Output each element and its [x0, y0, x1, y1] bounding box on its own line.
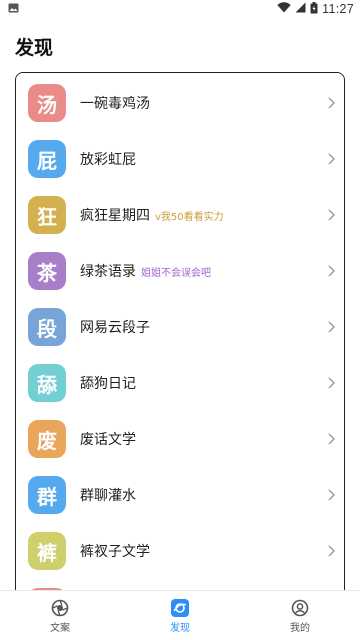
discover-icon [171, 599, 189, 617]
tab-label: 发现 [170, 623, 190, 634]
list-item-underwear-literature[interactable]: 裤 裤衩子文学 [16, 523, 344, 579]
signal-icon [295, 2, 306, 16]
tab-profile[interactable]: 我的 [240, 591, 360, 640]
list-item-simp-diary[interactable]: 舔 舔狗日记 [16, 355, 344, 411]
bottom-tab-bar: 文案 发现 我的 [0, 590, 360, 640]
status-time: 11:27 [322, 2, 354, 16]
list-item-label: 疯狂星期四 [80, 208, 150, 224]
list-item-rainbow-fart[interactable]: 屁 放彩虹屁 [16, 131, 344, 187]
chevron-right-icon [328, 377, 335, 389]
chevron-right-icon [328, 97, 335, 109]
list-item-tag: 姐姐不会误会吧 [141, 268, 211, 279]
list-item-poison-soup[interactable]: 汤 一碗毒鸡汤 [16, 75, 344, 131]
chevron-right-icon [328, 265, 335, 277]
copywriting-icon [51, 599, 69, 617]
list-item-label: 废话文学 [80, 432, 136, 448]
list-item-crazy-thursday[interactable]: 狂 疯狂星期四 v我50看看实力 [16, 187, 344, 243]
tea-icon: 茶 [28, 252, 66, 290]
tab-copywriting[interactable]: 文案 [0, 591, 120, 640]
crazy-icon: 狂 [28, 196, 66, 234]
chevron-right-icon [328, 489, 335, 501]
tab-discover[interactable]: 发现 [120, 591, 240, 640]
list-item-label: 绿茶语录 [80, 264, 136, 280]
waste-icon: 废 [28, 420, 66, 458]
list-item-label: 一碗毒鸡汤 [80, 96, 150, 112]
wifi-icon [277, 2, 291, 16]
status-bar: 11:27 [0, 0, 360, 18]
profile-icon [291, 599, 309, 617]
list-item-label: 放彩虹屁 [80, 152, 136, 168]
battery-icon [310, 1, 318, 17]
page-title: 发现 [15, 37, 54, 59]
chevron-right-icon [328, 545, 335, 557]
list-item-nonsense-literature[interactable]: 废 废话文学 [16, 411, 344, 467]
list-item-label: 群聊灌水 [80, 488, 136, 504]
segment-icon: 段 [28, 308, 66, 346]
list-item-netease-jokes[interactable]: 段 网易云段子 [16, 299, 344, 355]
tab-label: 文案 [50, 623, 70, 634]
list-item-green-tea[interactable]: 茶 绿茶语录 姐姐不会误会吧 [16, 243, 344, 299]
list-item-label: 裤衩子文学 [80, 544, 150, 560]
list-item-tag: v我50看看实力 [155, 212, 224, 223]
lick-icon: 舔 [28, 364, 66, 402]
list-item-group-chat[interactable]: 群 群聊灌水 [16, 467, 344, 523]
image-notification-icon [8, 2, 19, 16]
soup-icon: 汤 [28, 84, 66, 122]
chevron-right-icon [328, 433, 335, 445]
chevron-right-icon [328, 209, 335, 221]
pants-icon: 裤 [28, 532, 66, 570]
chevron-right-icon [328, 153, 335, 165]
group-icon: 群 [28, 476, 66, 514]
chevron-right-icon [328, 321, 335, 333]
list-item-label: 网易云段子 [80, 320, 150, 336]
fart-icon: 屁 [28, 140, 66, 178]
discover-list: 汤 一碗毒鸡汤 屁 放彩虹屁 狂 疯狂星期四 v我50看看实力 茶 绿茶语录 姐… [15, 72, 345, 612]
tab-label: 我的 [290, 623, 310, 634]
list-item-label: 舔狗日记 [80, 376, 136, 392]
